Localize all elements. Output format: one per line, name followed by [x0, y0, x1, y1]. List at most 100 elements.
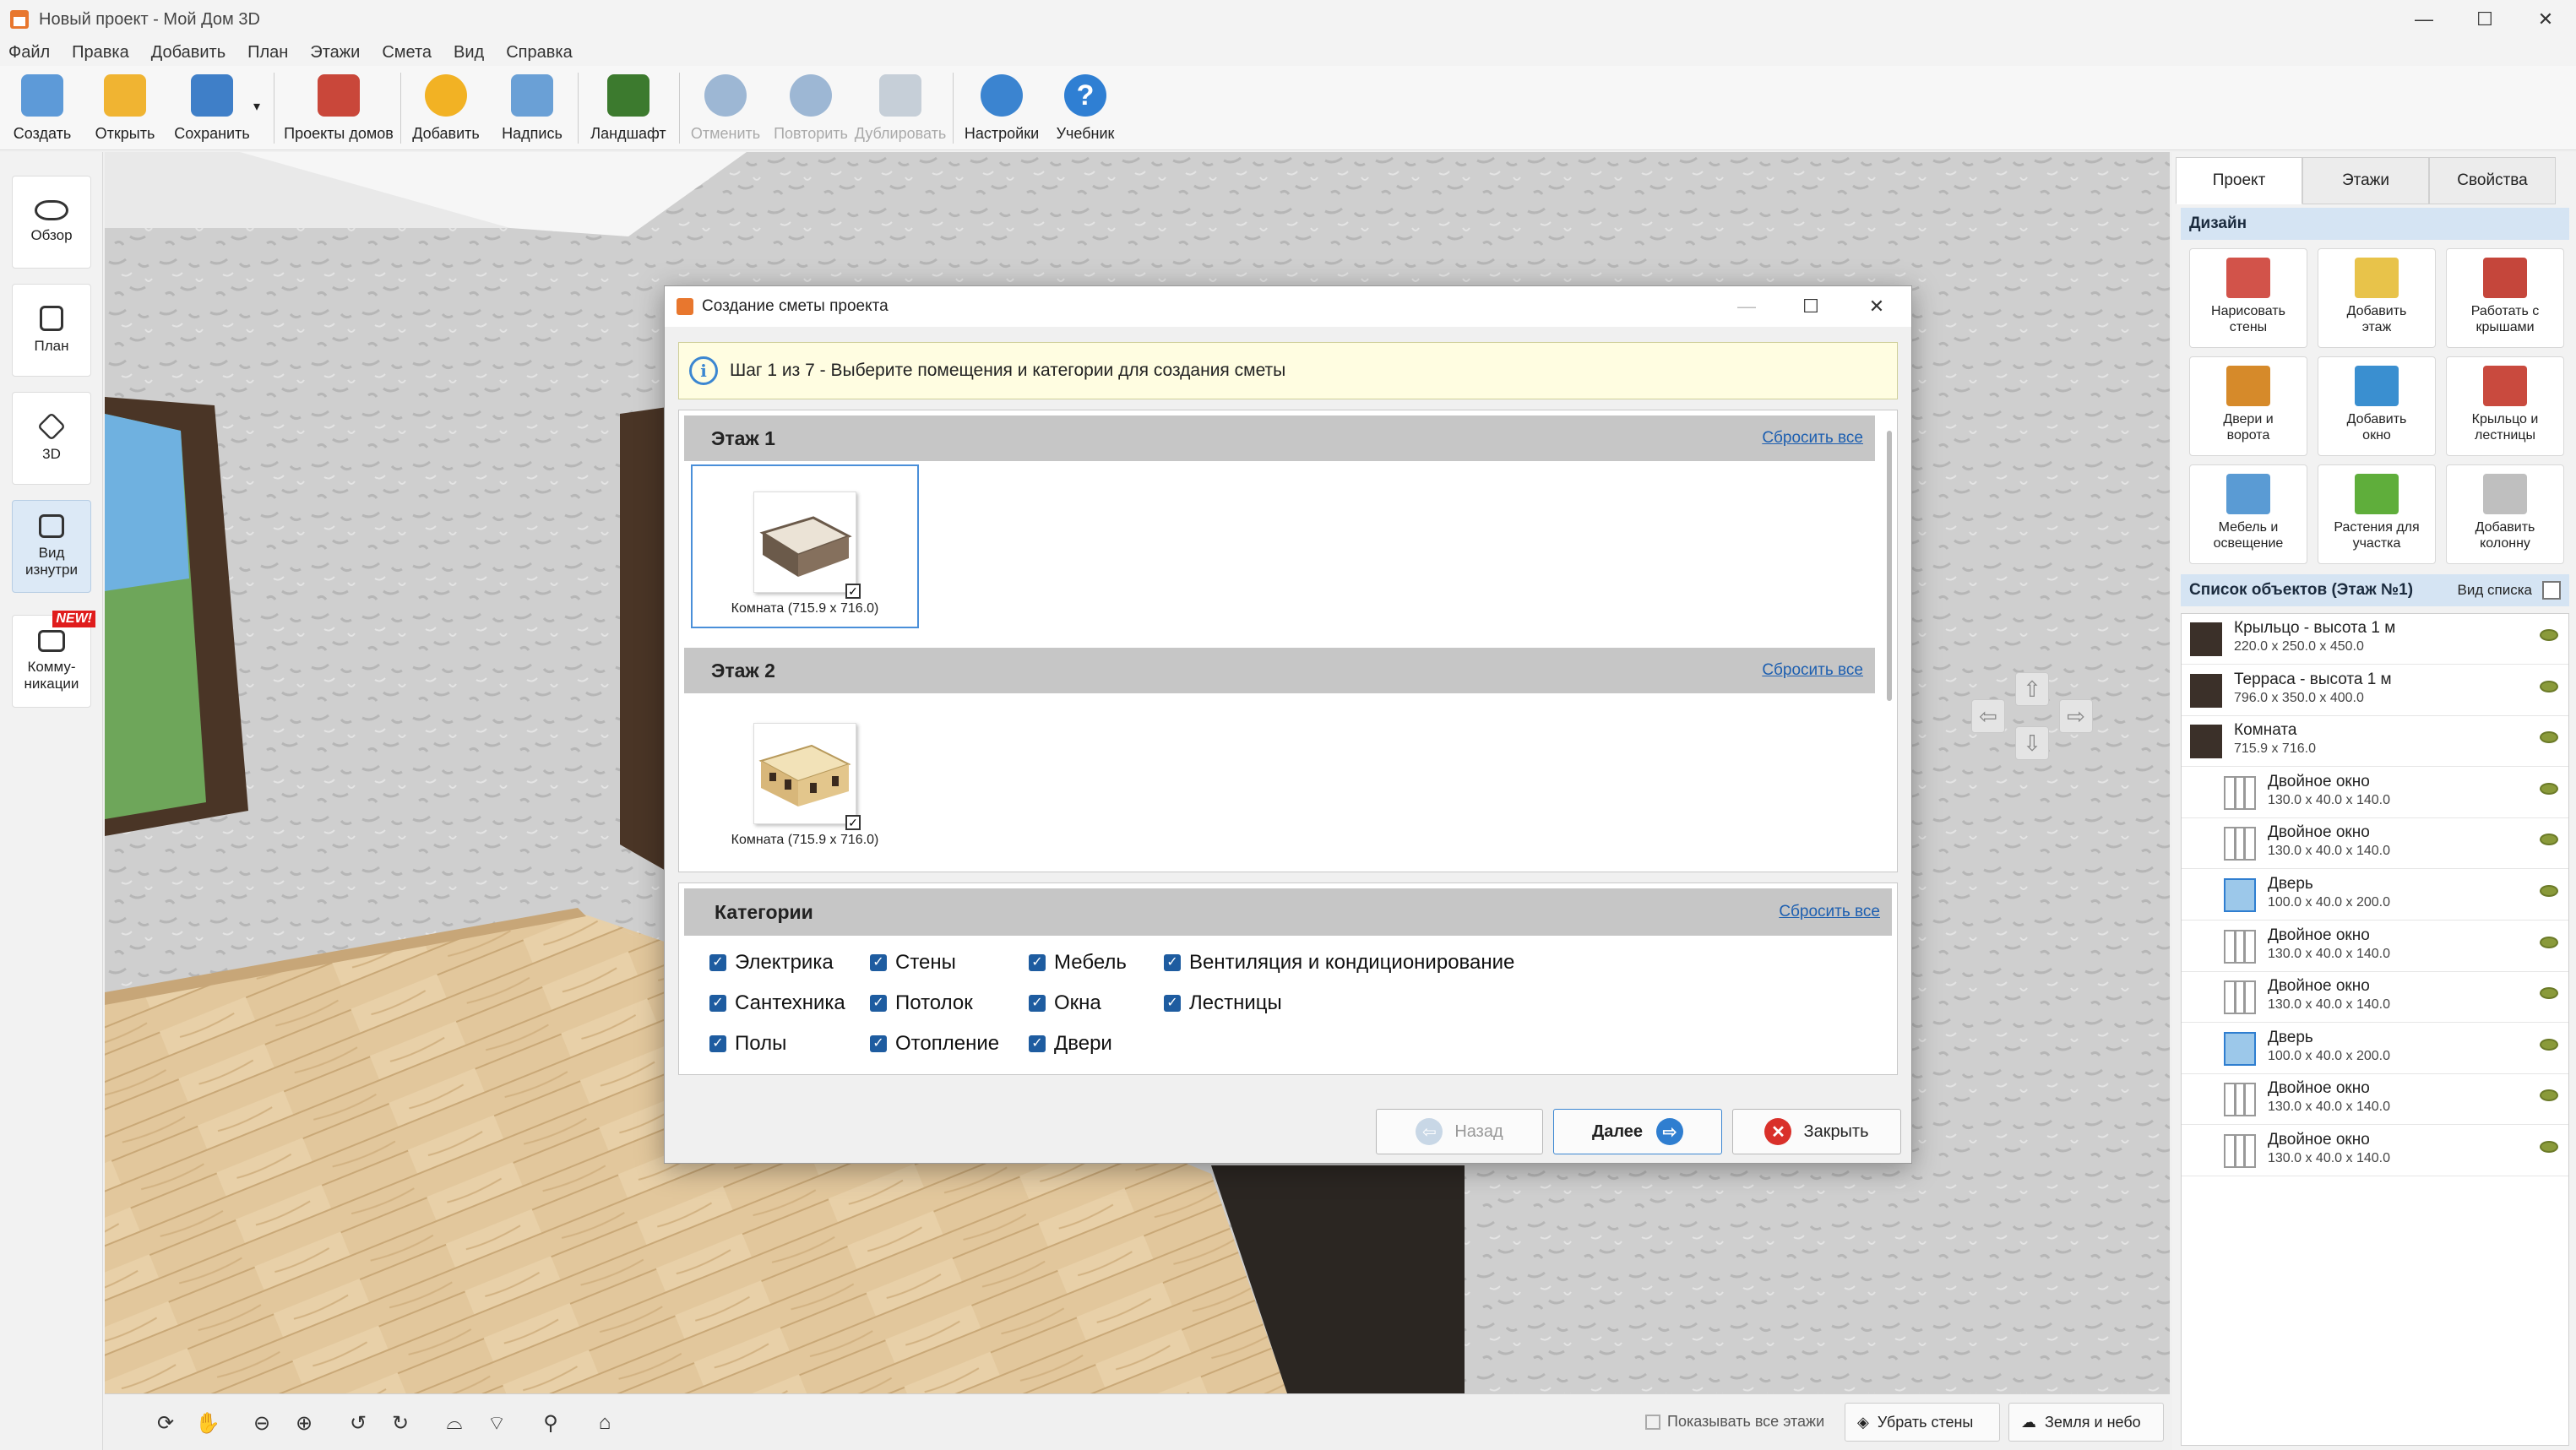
house-projects-button[interactable]: Проекты домов: [284, 71, 394, 149]
object-list-item[interactable]: Двойное окно 130.0 x 40.0 x 140.0: [2182, 921, 2568, 972]
visibility-eye-icon[interactable]: [2540, 987, 2558, 1000]
undo-button[interactable]: Отменить: [689, 71, 762, 149]
plan-button[interactable]: План: [12, 284, 91, 377]
categories-reset-link[interactable]: Сбросить все: [1779, 903, 1880, 921]
object-list-item[interactable]: Терраса - высота 1 м 796.0 x 350.0 x 400.…: [2182, 665, 2568, 716]
close-window-button[interactable]: ✕: [2512, 0, 2576, 39]
dialog-maximize-button[interactable]: ☐: [1781, 286, 1840, 327]
next-button[interactable]: Далее ⇨: [1553, 1109, 1722, 1154]
visibility-eye-icon[interactable]: [2540, 1141, 2558, 1153]
move-right-button[interactable]: ⇨: [2059, 699, 2093, 733]
rooms-scrollbar[interactable]: [1887, 431, 1892, 701]
rotate-right-icon[interactable]: ↻: [382, 1404, 419, 1442]
light-icon[interactable]: ⚲: [532, 1404, 569, 1442]
save-button[interactable]: Сохранить: [174, 71, 250, 149]
hand-icon[interactable]: ✋: [189, 1404, 226, 1442]
view-list-label[interactable]: Вид списка: [2458, 582, 2532, 599]
menu-help[interactable]: Справка: [506, 43, 572, 62]
rotate-left-icon[interactable]: ↺: [340, 1404, 377, 1442]
label-button[interactable]: Надпись: [498, 71, 566, 149]
object-list-item[interactable]: Двойное окно 130.0 x 40.0 x 140.0: [2182, 1126, 2568, 1176]
object-list-item[interactable]: Комната 715.9 x 716.0: [2182, 716, 2568, 768]
add-button[interactable]: Добавить: [410, 71, 481, 149]
menu-file[interactable]: Файл: [8, 43, 50, 62]
duplicate-button[interactable]: Дублировать: [855, 71, 946, 149]
open-button[interactable]: Открыть: [93, 71, 157, 149]
tutorial-button[interactable]: ? Учебник: [1051, 71, 1120, 149]
roofs-button[interactable]: Работать с крышами: [2446, 248, 2564, 348]
furniture-lighting-button[interactable]: Мебель и освещение: [2189, 464, 2307, 564]
object-list-item[interactable]: Крыльцо - высота 1 м 220.0 x 250.0 x 450.…: [2182, 614, 2568, 665]
back-button[interactable]: ⇦ Назад: [1376, 1109, 1543, 1154]
doors-gates-button[interactable]: Двери и ворота: [2189, 356, 2307, 456]
plants-button[interactable]: Растения для участка: [2318, 464, 2436, 564]
zoom-in-icon[interactable]: ⊕: [285, 1404, 323, 1442]
category-checkbox[interactable]: ✓ Окна: [1029, 991, 1101, 1015]
visibility-eye-icon[interactable]: [2540, 885, 2558, 897]
zoom-out-icon[interactable]: ⊖: [243, 1404, 280, 1442]
menu-view[interactable]: Вид: [454, 43, 484, 62]
ground-sky-button[interactable]: ☁ Земля и небо: [2008, 1403, 2164, 1442]
object-list-item[interactable]: Двойное окно 130.0 x 40.0 x 140.0: [2182, 972, 2568, 1024]
dialog-minimize-button[interactable]: —: [1717, 286, 1776, 327]
category-checkbox[interactable]: ✓ Сантехника: [709, 991, 845, 1015]
save-dropdown-arrow[interactable]: ▾: [253, 98, 260, 115]
menu-edit[interactable]: Правка: [72, 43, 129, 62]
tab-floors[interactable]: Этажи: [2302, 157, 2429, 204]
room-checkbox[interactable]: ✓: [845, 815, 861, 830]
menu-add[interactable]: Добавить: [151, 43, 226, 62]
object-list-item[interactable]: Дверь 100.0 x 40.0 x 200.0: [2182, 1024, 2568, 1074]
create-button[interactable]: Создать: [10, 71, 74, 149]
move-up-button[interactable]: ⇧: [2015, 672, 2049, 706]
rotate-360-icon[interactable]: ⟳: [147, 1404, 184, 1442]
room-checkbox[interactable]: ✓: [845, 584, 861, 599]
inside-view-button[interactable]: Вид изнутри: [12, 500, 91, 593]
tab-project[interactable]: Проект: [2176, 157, 2302, 204]
settings-button[interactable]: Настройки: [963, 71, 1041, 149]
move-left-button[interactable]: ⇦: [1971, 699, 2005, 733]
maximize-button[interactable]: ☐: [2451, 0, 2519, 39]
visibility-eye-icon[interactable]: [2540, 731, 2558, 744]
dialog-close-button[interactable]: ✕: [1847, 286, 1906, 327]
overview-button[interactable]: Обзор: [12, 176, 91, 269]
list-view-icon[interactable]: [2542, 581, 2561, 600]
object-list-item[interactable]: Двойное окно 130.0 x 40.0 x 140.0: [2182, 768, 2568, 818]
object-list-item[interactable]: Двойное окно 130.0 x 40.0 x 140.0: [2182, 1074, 2568, 1126]
category-checkbox[interactable]: ✓ Потолок: [870, 991, 973, 1015]
show-all-floors-checkbox[interactable]: Показывать все этажи: [1645, 1413, 1824, 1431]
menu-estimate[interactable]: Смета: [382, 43, 432, 62]
add-column-button[interactable]: Добавить колонну: [2446, 464, 2564, 564]
porch-stairs-button[interactable]: Крыльцо и лестницы: [2446, 356, 2564, 456]
visibility-eye-icon[interactable]: [2540, 936, 2558, 948]
room-floor-1[interactable]: ✓ Комната (715.9 x 716.0): [691, 464, 919, 628]
add-floor-button[interactable]: Добавить этаж: [2318, 248, 2436, 348]
category-checkbox[interactable]: ✓ Отопление: [870, 1032, 999, 1056]
visibility-eye-icon[interactable]: [2540, 782, 2558, 795]
floor-1-reset-link[interactable]: Сбросить все: [1762, 429, 1863, 448]
room-floor-2[interactable]: ✓ Комната (715.9 x 716.0): [691, 698, 919, 861]
home-icon[interactable]: ⌂: [586, 1404, 623, 1442]
floor-2-reset-link[interactable]: Сбросить все: [1762, 661, 1863, 680]
visibility-eye-icon[interactable]: [2540, 629, 2558, 641]
visibility-eye-icon[interactable]: [2540, 834, 2558, 846]
move-down-button[interactable]: ⇩: [2015, 726, 2049, 760]
menu-plan[interactable]: План: [247, 43, 288, 62]
object-list-item[interactable]: Дверь 100.0 x 40.0 x 200.0: [2182, 870, 2568, 921]
category-checkbox[interactable]: ✓ Двери: [1029, 1032, 1112, 1056]
menu-floors[interactable]: Этажи: [310, 43, 360, 62]
tilt-up-icon[interactable]: ⌓: [436, 1404, 473, 1442]
minimize-button[interactable]: —: [2390, 0, 2458, 39]
3d-button[interactable]: 3D: [12, 392, 91, 485]
category-checkbox[interactable]: ✓ Стены: [870, 951, 956, 975]
visibility-eye-icon[interactable]: [2540, 1038, 2558, 1051]
visibility-eye-icon[interactable]: [2540, 1089, 2558, 1102]
category-checkbox[interactable]: ✓ Лестницы: [1164, 991, 1282, 1015]
category-checkbox[interactable]: ✓ Полы: [709, 1032, 786, 1056]
hide-walls-button[interactable]: ◈ Убрать стены: [1845, 1403, 2000, 1442]
add-window-button[interactable]: Добавить окно: [2318, 356, 2436, 456]
close-button[interactable]: ✕ Закрыть: [1732, 1109, 1901, 1154]
category-checkbox[interactable]: ✓ Мебель: [1029, 951, 1127, 975]
category-checkbox[interactable]: ✓ Электрика: [709, 951, 834, 975]
communications-button[interactable]: Комму-никации NEW!: [12, 611, 95, 708]
visibility-eye-icon[interactable]: [2540, 680, 2558, 692]
